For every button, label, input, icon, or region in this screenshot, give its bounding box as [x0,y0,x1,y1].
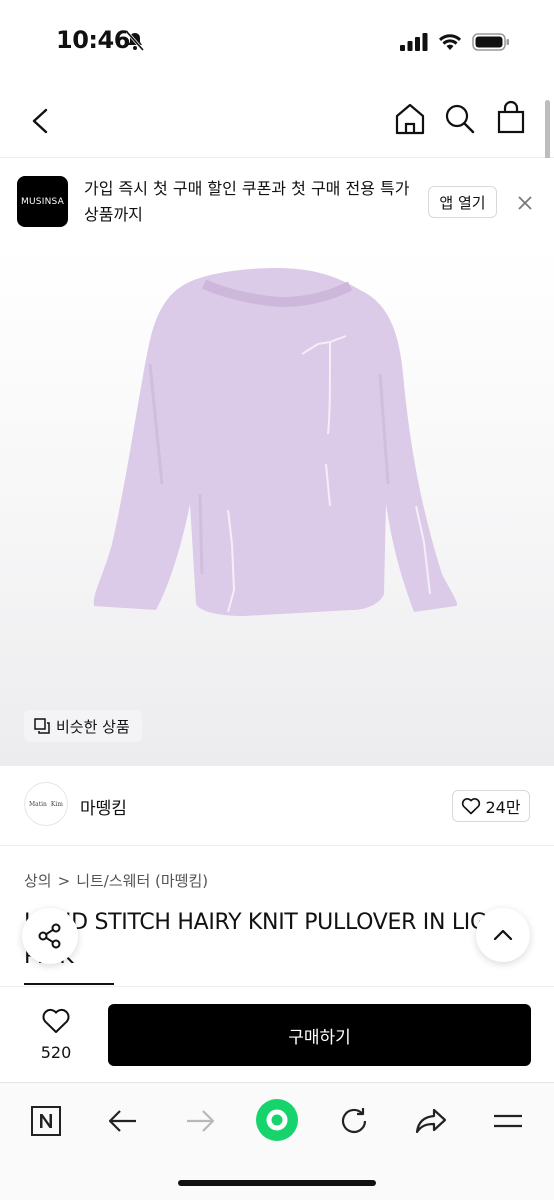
product-title: HAND STITCH HAIRY KNIT PULLOVER IN LIGHT… [24,910,516,969]
similar-products-label: 비슷한 상품 [56,717,130,736]
share-arrow-icon [415,1108,447,1134]
reload-button[interactable] [334,1101,374,1141]
status-time: 10:46 [56,26,130,54]
browser-back-button[interactable] [103,1101,143,1141]
menu-icon [494,1114,522,1128]
scroll-top-button[interactable] [476,908,530,962]
menu-button[interactable] [488,1101,528,1141]
heart-icon [462,798,481,815]
arrow-right-icon [187,1110,215,1132]
brand-avatar-text: Matin [28,800,47,808]
promo-text: 가입 즉시 첫 구매 할인 쿠폰과 첫 구매 전용 특가 상품까지 [84,179,410,224]
browser-forward-button[interactable] [180,1101,220,1141]
battery-icon [472,33,509,51]
bag-icon[interactable] [496,100,526,136]
copy-icon [34,718,50,734]
status-indicators [400,32,510,52]
musinsa-logo: MUSINSA [17,176,68,227]
title-underline [24,983,114,985]
signal-icon [400,33,428,51]
app-promo-banner: MUSINSA 가입 즉시 첫 구매 할인 쿠폰과 첫 구매 전용 특가 상품까… [0,158,554,244]
wishlist-count: 520 [40,1043,72,1062]
breadcrumb-subcategory[interactable]: 니트/스웨터 (마뗑킴) [76,870,208,891]
open-app-button[interactable]: 앱 열기 [428,186,497,218]
top-nav [0,82,554,158]
breadcrumb: 상의 > 니트/스웨터 (마뗑킴) [24,870,208,891]
green-dot-button[interactable] [254,1097,300,1143]
breadcrumb-separator: > [57,871,71,890]
buy-button[interactable]: 구매하기 [108,1004,531,1066]
share-button[interactable] [22,908,78,964]
similar-products-button[interactable]: 비슷한 상품 [24,710,142,742]
status-bar: 10:46 [0,0,554,82]
search-icon[interactable] [444,102,476,136]
naver-home-button[interactable] [26,1101,66,1141]
browser-share-button[interactable] [411,1101,451,1141]
breadcrumb-category[interactable]: 상의 [24,870,52,891]
green-dot-icon [256,1099,298,1141]
product-image[interactable]: 비슷한 상품 [0,244,554,766]
purchase-bar: 520 구매하기 [0,986,554,1082]
brand-like-button[interactable]: 24만 [452,790,530,822]
close-icon[interactable] [516,194,534,212]
arrow-left-icon [108,1110,136,1132]
home-icon[interactable] [394,102,426,136]
chevron-up-icon [493,929,513,941]
sweater-image [93,268,458,616]
back-icon[interactable] [26,104,56,138]
brand-row[interactable]: Matin Kim 마뗑킴 24만 [0,766,554,846]
brand-avatar-text: Kim [50,800,63,808]
wifi-icon [439,34,461,50]
share-icon [38,923,61,949]
reload-icon [341,1108,367,1134]
brand-avatar[interactable]: Matin Kim [24,782,68,826]
brand-like-count: 24만 [485,798,521,817]
naver-n-icon [31,1106,61,1136]
brand-name[interactable]: 마뗑킴 [80,794,127,819]
home-indicator [178,1180,376,1186]
wishlist-button[interactable]: 520 [30,1007,82,1062]
heart-icon [42,1008,70,1033]
bell-off-icon [125,31,145,51]
